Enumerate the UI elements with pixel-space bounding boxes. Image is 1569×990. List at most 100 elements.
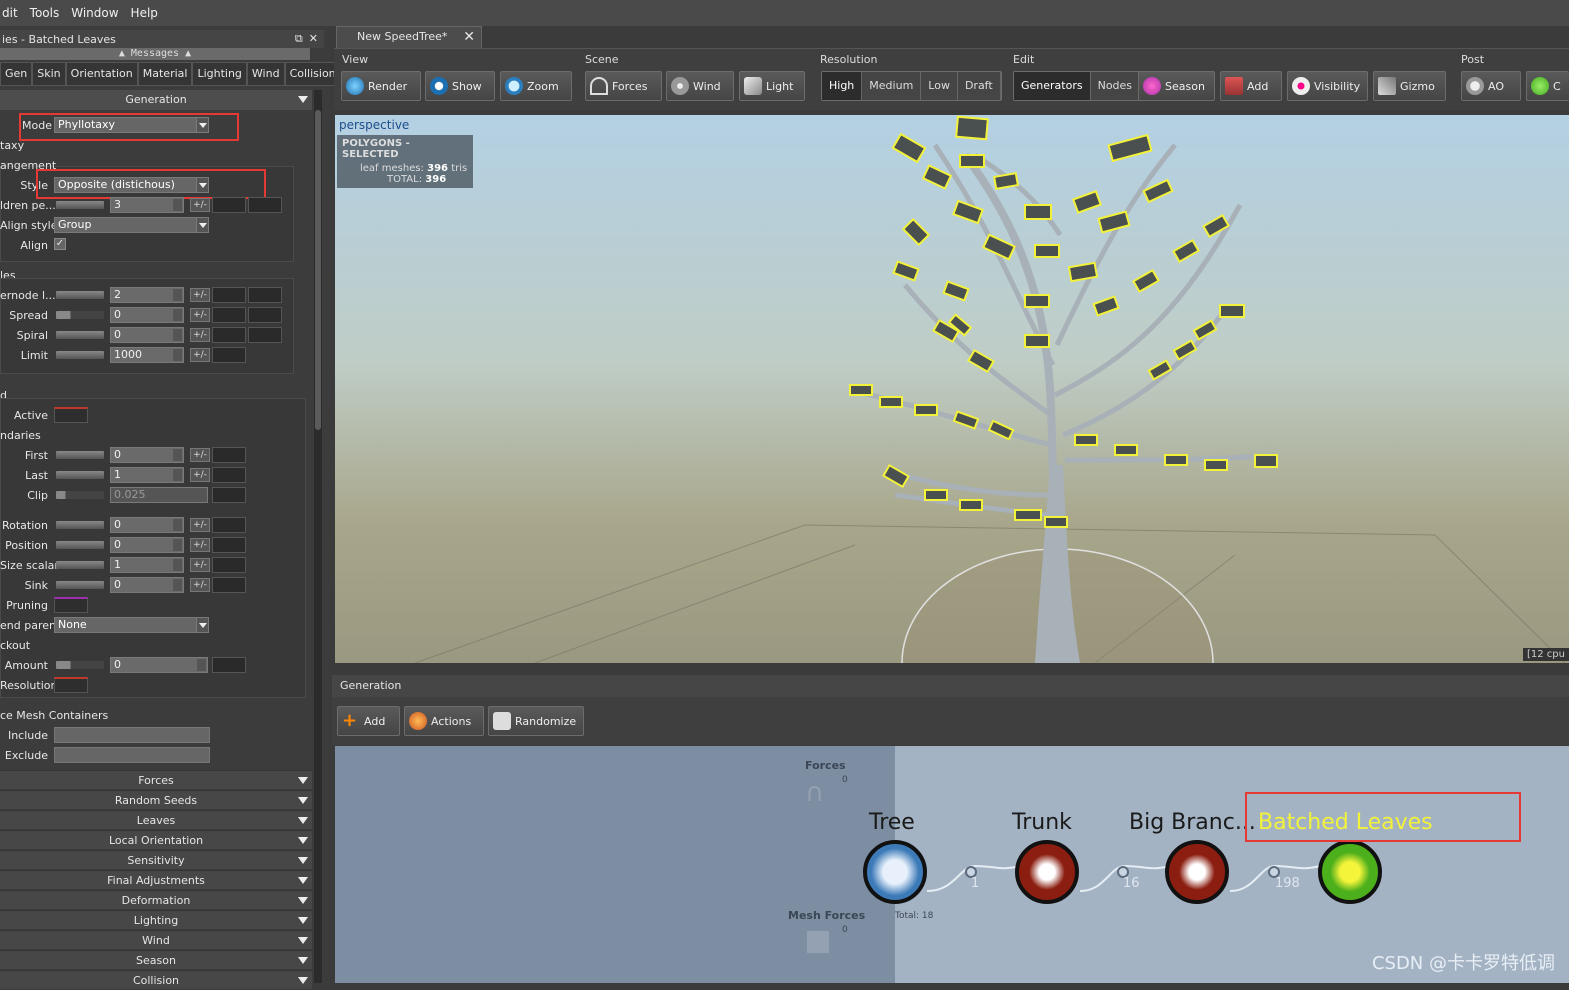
resolution-medium[interactable]: Medium <box>862 72 922 100</box>
spiral-slider[interactable] <box>56 331 104 339</box>
tab-gen[interactable]: Gen <box>0 62 33 86</box>
amount-slider[interactable] <box>56 661 104 669</box>
document-tab[interactable]: New SpeedTree* ✕ <box>336 26 482 48</box>
show-button[interactable]: Show <box>425 71 495 101</box>
limit-curve[interactable] <box>212 347 246 363</box>
clip-slider[interactable] <box>56 491 104 499</box>
internode-spin[interactable]: 2 <box>110 287 184 303</box>
rotation-curve[interactable] <box>212 517 246 533</box>
align-checkbox[interactable]: ✓ <box>54 238 66 250</box>
spiral-curve-2[interactable] <box>248 327 282 343</box>
internode-variance-button[interactable]: +/- <box>190 288 210 302</box>
section-season[interactable]: Season <box>0 950 312 969</box>
resolution-curve[interactable] <box>54 677 88 693</box>
tab-orientation[interactable]: Orientation <box>65 62 138 86</box>
pruning-curve[interactable] <box>54 597 88 613</box>
generation-section-header[interactable]: Generation <box>0 90 312 110</box>
internode-curve-2[interactable] <box>248 287 282 303</box>
tab-wind[interactable]: Wind <box>246 62 285 86</box>
clip-curve[interactable] <box>212 487 246 503</box>
wind-button[interactable]: Wind <box>666 71 734 101</box>
limit-spin[interactable]: 1000 <box>110 347 184 363</box>
resolution-draft[interactable]: Draft <box>958 72 1001 100</box>
rotation-variance-button[interactable]: +/- <box>190 518 210 532</box>
section-final-adjustments[interactable]: Final Adjustments <box>0 870 312 889</box>
add-generator-button[interactable]: + Add <box>337 706 400 736</box>
last-spin[interactable]: 1 <box>110 467 184 483</box>
menu-help[interactable]: Help <box>131 6 158 20</box>
tab-lighting[interactable]: Lighting <box>192 62 247 86</box>
randomize-button[interactable]: Randomize <box>488 706 584 736</box>
actions-button[interactable]: Actions <box>404 706 484 736</box>
resolution-high[interactable]: High <box>822 72 863 100</box>
first-curve[interactable] <box>212 447 246 463</box>
float-icon[interactable]: ⧉ <box>295 32 303 46</box>
sink-spin[interactable]: 0 <box>110 577 184 593</box>
render-button[interactable]: Render <box>341 71 421 101</box>
last-slider[interactable] <box>56 471 104 479</box>
first-slider[interactable] <box>56 451 104 459</box>
children-slider[interactable] <box>56 201 104 209</box>
children-curve-2[interactable] <box>248 197 282 213</box>
menu-window[interactable]: Window <box>71 6 118 20</box>
first-variance-button[interactable]: +/- <box>190 448 210 462</box>
children-variance-button[interactable]: +/- <box>190 198 210 212</box>
size-scalar-slider[interactable] <box>56 561 104 569</box>
messages-bar[interactable]: ▲ Messages ▲ <box>0 48 310 60</box>
sink-curve[interactable] <box>212 577 246 593</box>
last-curve[interactable] <box>212 467 246 483</box>
active-curve[interactable] <box>54 407 88 423</box>
resolution-low[interactable]: Low <box>921 72 958 100</box>
scrollbar-thumb[interactable] <box>315 110 321 430</box>
tab-collision[interactable]: Collision <box>284 62 341 86</box>
spiral-spin[interactable]: 0 <box>110 327 184 343</box>
size-scalar-spin[interactable]: 1 <box>110 557 184 573</box>
position-slider[interactable] <box>56 541 104 549</box>
season-button[interactable]: Season <box>1138 71 1215 101</box>
internode-curve[interactable] <box>212 287 246 303</box>
ao-button[interactable]: AO <box>1461 71 1521 101</box>
section-wind[interactable]: Wind <box>0 930 312 949</box>
rotation-spin[interactable]: 0 <box>110 517 184 533</box>
spread-slider[interactable] <box>56 311 104 319</box>
last-variance-button[interactable]: +/- <box>190 468 210 482</box>
exclude-field[interactable] <box>54 747 210 763</box>
include-field[interactable] <box>54 727 210 743</box>
tree-node[interactable] <box>863 840 927 904</box>
generator-graph[interactable]: Forces 0 ∩ Mesh Forces 0 Total: 18 Tree … <box>335 746 1569 983</box>
section-deformation[interactable]: Deformation <box>0 890 312 909</box>
first-spin[interactable]: 0 <box>110 447 184 463</box>
spread-curve[interactable] <box>212 307 246 323</box>
zoom-button[interactable]: Zoom <box>500 71 572 101</box>
generators-toggle[interactable]: Generators <box>1014 72 1091 100</box>
spiral-curve[interactable] <box>212 327 246 343</box>
section-collision[interactable]: Collision <box>0 970 312 989</box>
spread-spin[interactable]: 0 <box>110 307 184 323</box>
limit-variance-button[interactable]: +/- <box>190 348 210 362</box>
visibility-button[interactable]: Visibility <box>1287 71 1368 101</box>
section-sensitivity[interactable]: Sensitivity <box>0 850 312 869</box>
tab-material[interactable]: Material <box>137 62 193 86</box>
internode-slider[interactable] <box>56 291 104 299</box>
3d-viewport[interactable]: perspective POLYGONS - SELECTED leaf mes… <box>335 115 1569 663</box>
clip-spin[interactable]: 0.025 <box>110 487 208 503</box>
size-scalar-variance-button[interactable]: +/- <box>190 558 210 572</box>
nodes-toggle[interactable]: Nodes <box>1091 72 1141 100</box>
section-leaves[interactable]: Leaves <box>0 810 312 829</box>
tab-skin[interactable]: Skin <box>32 62 66 86</box>
sink-variance-button[interactable]: +/- <box>190 578 210 592</box>
close-icon[interactable]: ✕ <box>309 32 318 46</box>
close-tab-icon[interactable]: ✕ <box>463 27 475 47</box>
properties-scrollbar[interactable] <box>314 90 322 983</box>
big-branches-node[interactable] <box>1165 840 1229 904</box>
rotation-slider[interactable] <box>56 521 104 529</box>
position-curve[interactable] <box>212 537 246 553</box>
section-forces[interactable]: Forces <box>0 770 312 789</box>
position-variance-button[interactable]: +/- <box>190 538 210 552</box>
menu-edit[interactable]: dit <box>2 6 18 20</box>
menu-tools[interactable]: Tools <box>30 6 60 20</box>
trunk-node[interactable] <box>1015 840 1079 904</box>
amount-spin[interactable]: 0 <box>110 657 208 673</box>
children-spin[interactable]: 3 <box>110 197 184 213</box>
align-style-select[interactable]: Group <box>54 217 209 233</box>
